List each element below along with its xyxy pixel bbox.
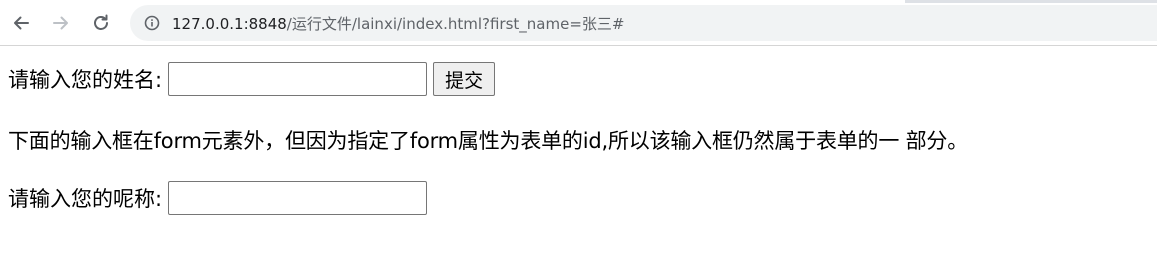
address-bar[interactable]: 127.0.0.1:8848/运行文件/lainxi/index.html?fi… [130, 5, 1157, 41]
nickname-label: 请输入您的呢称: [8, 187, 163, 211]
url-host: 127.0.0.1:8848 [172, 14, 287, 33]
forward-arrow-icon [53, 16, 68, 30]
browser-toolbar: 127.0.0.1:8848/运行文件/lainxi/index.html?fi… [0, 0, 1157, 46]
url-text[interactable]: 127.0.0.1:8848/运行文件/lainxi/index.html?fi… [172, 13, 624, 34]
first-name-input[interactable] [168, 62, 428, 96]
url-path: /运行文件/lainxi/index.html?first_name=张三# [286, 14, 625, 33]
note-text: 下面的输入框在form元素外，但因为指定了form属性为表单的id,所以该输入框… [8, 129, 969, 153]
tab-strip [905, 0, 1157, 3]
reload-icon [94, 14, 108, 30]
back-arrow-icon [14, 16, 29, 30]
name-form: 请输入您的姓名: 提交 [8, 62, 496, 96]
name-label: 请输入您的姓名: [8, 68, 163, 92]
back-button[interactable] [7, 9, 35, 37]
nickname-input[interactable] [168, 181, 428, 215]
nickname-row: 请输入您的呢称: [8, 181, 428, 215]
forward-button[interactable] [47, 9, 75, 37]
note-paragraph: 下面的输入框在form元素外，但因为指定了form属性为表单的id,所以该输入框… [8, 125, 968, 155]
submit-button[interactable]: 提交 [433, 62, 496, 96]
info-icon[interactable] [143, 14, 161, 32]
reload-button[interactable] [87, 9, 115, 37]
